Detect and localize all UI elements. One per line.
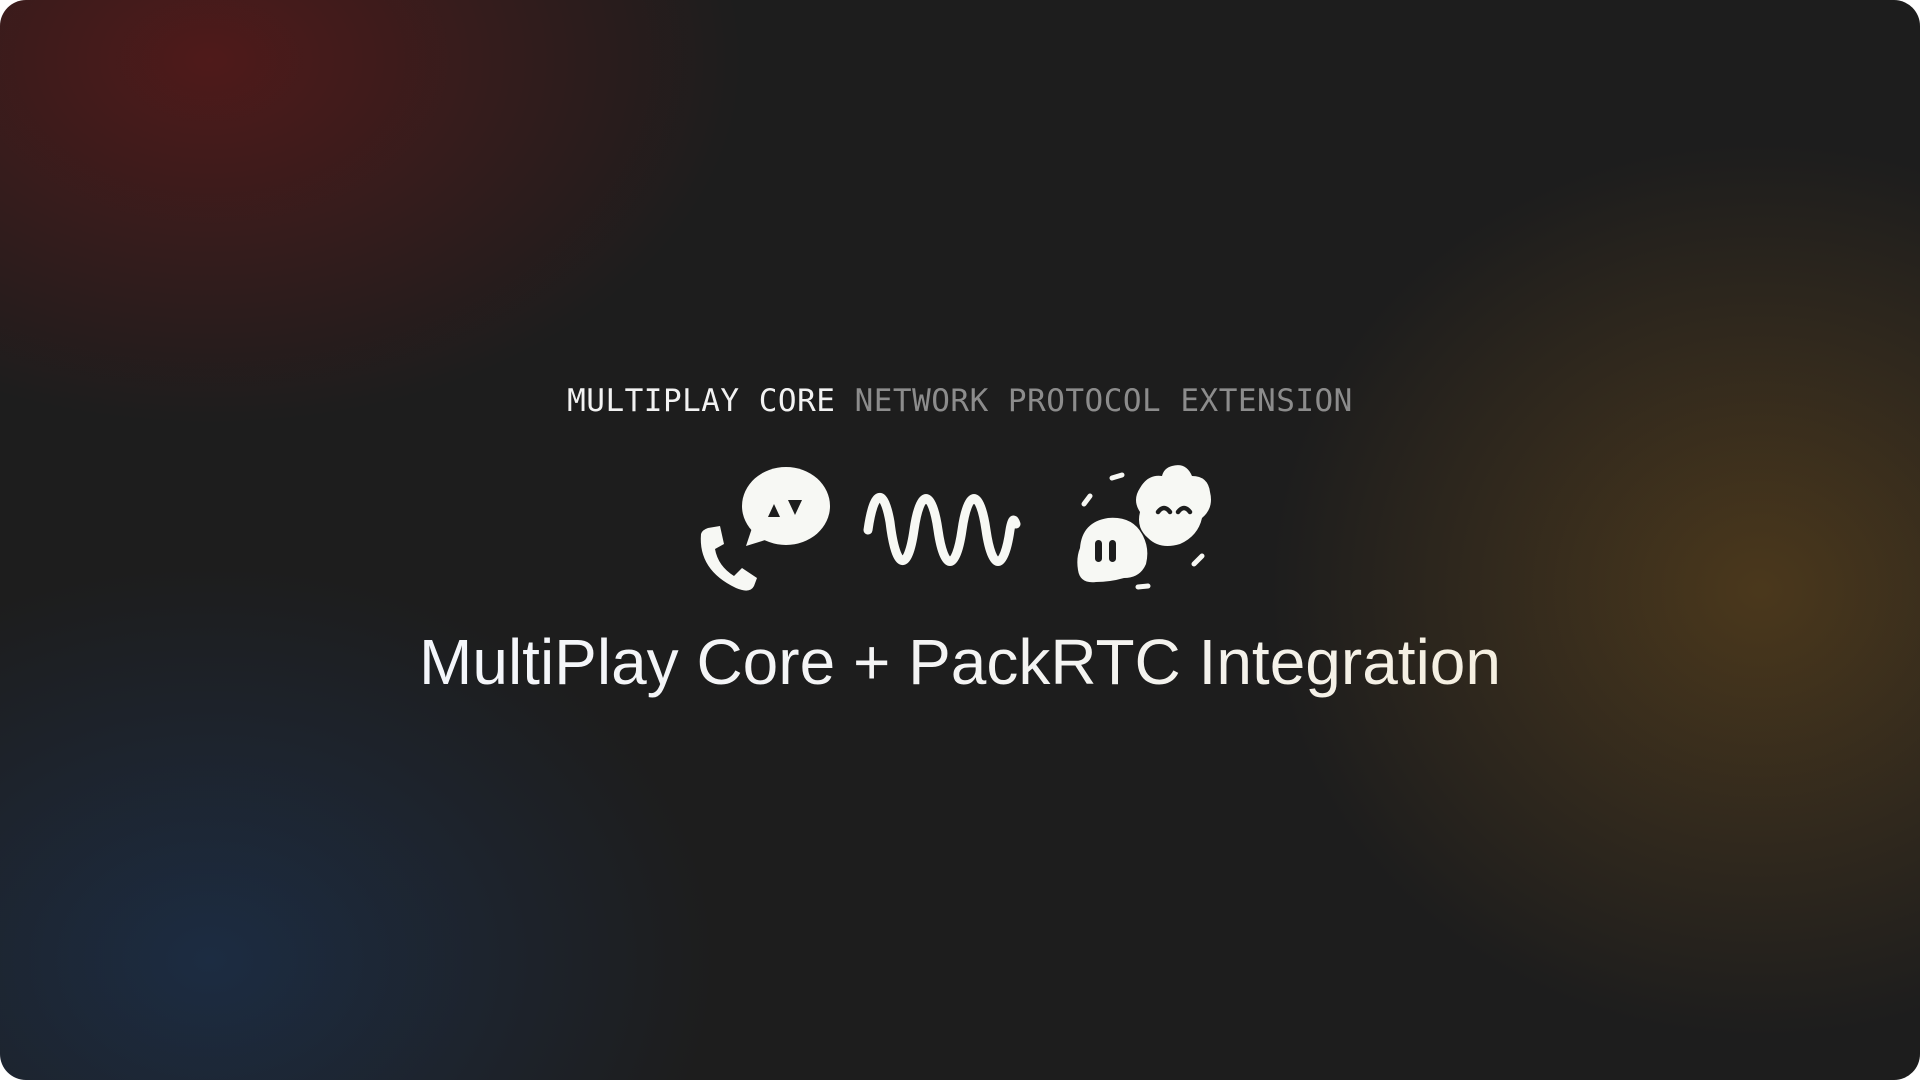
blob-friends-icon	[1077, 465, 1211, 590]
eyebrow-subtitle: NETWORK PROTOCOL EXTENSION	[854, 383, 1353, 419]
banner-card: MULTIPLAY CORE NETWORK PROTOCOL EXTENSIO…	[0, 0, 1920, 1080]
eyebrow-product: MULTIPLAY CORE	[567, 383, 836, 419]
icon-row	[696, 460, 1230, 598]
page-title-text: MultiPlay Core + PackRTC Integration	[419, 626, 1501, 698]
page-title: MultiPlay Core + PackRTC Integration	[0, 622, 1920, 702]
phone-chat-icon	[700, 467, 830, 591]
wave-icon	[863, 493, 1021, 566]
eyebrow: MULTIPLAY CORE NETWORK PROTOCOL EXTENSIO…	[0, 381, 1920, 421]
